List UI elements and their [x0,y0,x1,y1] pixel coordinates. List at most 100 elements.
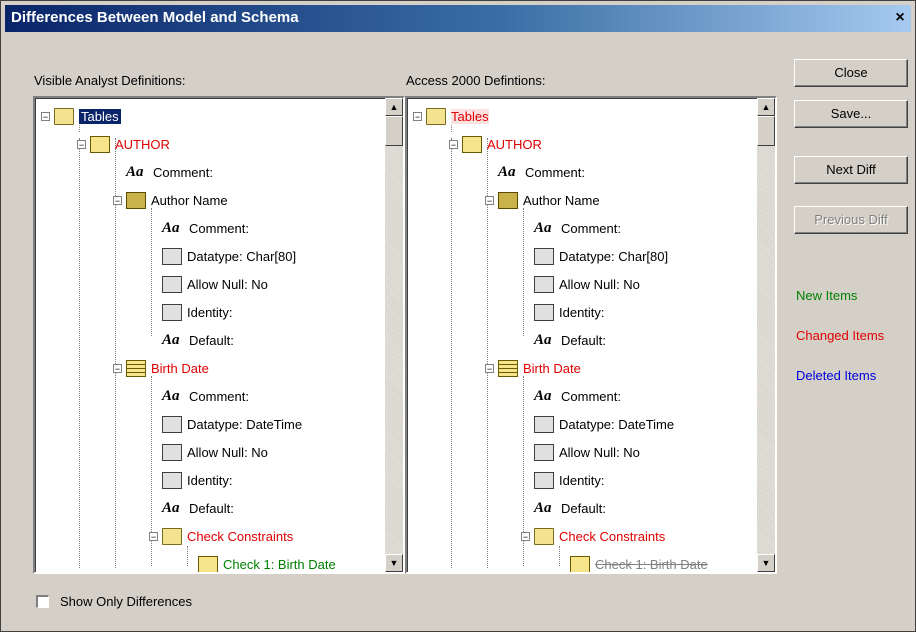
title-bar: Differences Between Model and Schema × [5,5,911,32]
tree-item-label: AUTHOR [487,136,542,152]
tree-item-label: Default: [189,500,234,516]
tree-item[interactable]: Datatype: DateTime [534,412,674,436]
close-icon[interactable]: × [891,9,909,27]
tree-item[interactable]: − Tables [413,104,489,128]
tree-item[interactable]: − Author Name [113,188,228,212]
tree-connector [79,138,80,568]
tree-item[interactable]: − Birth Date [113,356,209,380]
tree-item-label: Check 1: Birth Date [223,556,336,572]
tree-item-label: Allow Null: No [187,276,268,292]
property-icon [534,471,554,489]
tree-connector [559,546,560,566]
tree-item[interactable]: Identity: [534,300,605,324]
collapse-icon[interactable]: − [485,363,494,373]
tree-item[interactable]: − AUTHOR [77,132,170,156]
tree-item-label: Check Constraints [559,528,666,544]
tree-item-label: Birth Date [523,360,581,376]
tree-item[interactable]: Datatype: Char[80] [162,244,296,268]
tree-item[interactable]: Aa Default: [162,328,234,352]
tree-item-label: Comment: [153,164,213,180]
show-only-differences-checkbox[interactable] [36,595,49,608]
tree-item-label: Author Name [523,192,600,208]
text-aa-icon: Aa [162,499,180,516]
left-tree-view[interactable]: − Tables − AUTHOR Aa Comment: − Author Name Aa Co… [33,96,405,574]
tree-item[interactable]: Aa Comment: [126,160,213,184]
tree-item[interactable]: Check 1: Birth Date [198,552,336,572]
tree-item[interactable]: Allow Null: No [534,272,640,296]
right-vertical-scrollbar[interactable]: ▲ ▼ [757,98,775,572]
tree-item-label: Allow Null: No [559,276,640,292]
tree-item[interactable]: Datatype: DateTime [162,412,302,436]
tree-item[interactable]: − AUTHOR [449,132,542,156]
tree-item[interactable]: Aa Comment: [162,216,249,240]
scroll-thumb[interactable] [757,116,775,146]
collapse-icon[interactable]: − [77,139,86,149]
tree-item[interactable]: Identity: [162,300,233,324]
property-icon [162,471,182,489]
tree-connector [523,208,524,336]
tree-item[interactable]: Identity: [534,468,605,492]
left-vertical-scrollbar[interactable]: ▲ ▼ [385,98,403,572]
tree-item[interactable]: Datatype: Char[80] [534,244,668,268]
tree-item-label: Comment: [561,220,621,236]
show-only-differences-label[interactable]: Show Only Differences [60,594,192,609]
collapse-icon[interactable]: − [449,139,458,149]
key-column-icon [126,191,146,209]
collapse-icon[interactable]: − [41,111,50,121]
tree-item[interactable]: Allow Null: No [162,272,268,296]
property-icon [534,275,554,293]
collapse-icon[interactable]: − [521,531,530,541]
collapse-icon[interactable]: − [113,195,122,205]
property-icon [162,275,182,293]
collapse-icon[interactable]: − [413,111,422,121]
tree-item-label: Check Constraints [187,528,294,544]
table-icon [462,135,482,153]
tree-item[interactable]: Allow Null: No [534,440,640,464]
tree-item[interactable]: Aa Comment: [498,160,585,184]
tree-item[interactable]: − Check Constraints [149,524,293,548]
right-tree-view[interactable]: − Tables − AUTHOR Aa Comment: − Author Name Aa Co… [405,96,777,574]
tree-item[interactable]: Aa Comment: [162,384,249,408]
tree-item-label: Default: [561,500,606,516]
property-icon [162,303,182,321]
tree-item[interactable]: − Tables [41,104,121,128]
tree-item[interactable]: Aa Default: [162,496,234,520]
close-button[interactable]: Close [794,59,908,87]
tree-item[interactable]: Allow Null: No [162,440,268,464]
tree-item[interactable]: − Check Constraints [521,524,665,548]
legend-changed-items: Changed Items [796,328,885,343]
tree-item[interactable]: Aa Comment: [534,216,621,240]
text-aa-icon: Aa [534,499,552,516]
tree-item[interactable]: Check 1: Birth Date [570,552,708,572]
collapse-icon[interactable]: − [149,531,158,541]
previous-diff-button[interactable]: Previous Diff [794,206,908,234]
scroll-down-icon[interactable]: ▼ [385,554,403,572]
tree-item-label: Datatype: DateTime [187,416,303,432]
tree-item[interactable]: − Birth Date [485,356,581,380]
tree-item-label: Default: [189,332,234,348]
folder-icon [534,527,554,545]
scroll-up-icon[interactable]: ▲ [757,98,775,116]
scroll-up-icon[interactable]: ▲ [385,98,403,116]
tree-item-label: Datatype: Char[80] [559,248,669,264]
collapse-icon[interactable]: − [485,195,494,205]
tree-item[interactable]: Identity: [162,468,233,492]
tree-item[interactable]: Aa Default: [534,496,606,520]
tree-item-label: Comment: [525,164,585,180]
check-icon [570,555,590,572]
tree-connector [187,546,188,566]
text-aa-icon: Aa [534,331,552,348]
tree-item-label: Datatype: DateTime [559,416,675,432]
next-diff-button[interactable]: Next Diff [794,156,908,184]
tree-item[interactable]: Aa Comment: [534,384,621,408]
collapse-icon[interactable]: − [113,363,122,373]
tree-item-label: Identity: [187,472,233,488]
tree-item-label: Birth Date [151,360,209,376]
tree-item[interactable]: Aa Default: [534,328,606,352]
right-panel-label: Access 2000 Defintions: [406,73,546,88]
scroll-down-icon[interactable]: ▼ [757,554,775,572]
table-icon [90,135,110,153]
tree-item[interactable]: − Author Name [485,188,600,212]
save-button[interactable]: Save... [794,100,908,128]
scroll-thumb[interactable] [385,116,403,146]
